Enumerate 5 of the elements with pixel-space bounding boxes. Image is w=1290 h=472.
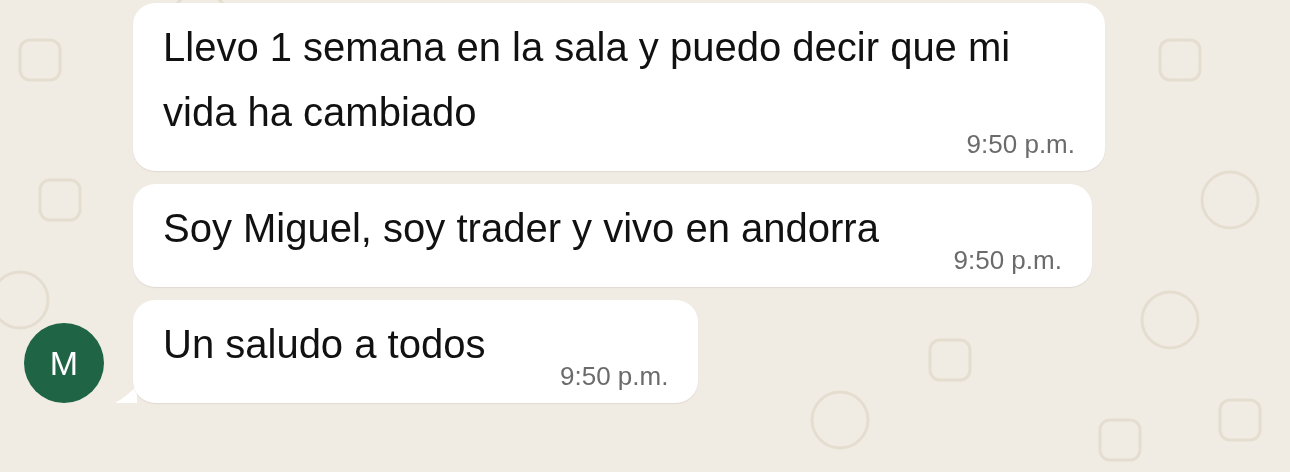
message-time: 9:50 p.m.: [560, 361, 669, 391]
message-text: Soy Miguel, soy trader y vivo en andorra: [163, 206, 879, 250]
message-text: Un saludo a todos: [163, 322, 486, 366]
avatar[interactable]: M: [24, 323, 104, 403]
message-time: 9:50 p.m.: [953, 245, 1062, 275]
